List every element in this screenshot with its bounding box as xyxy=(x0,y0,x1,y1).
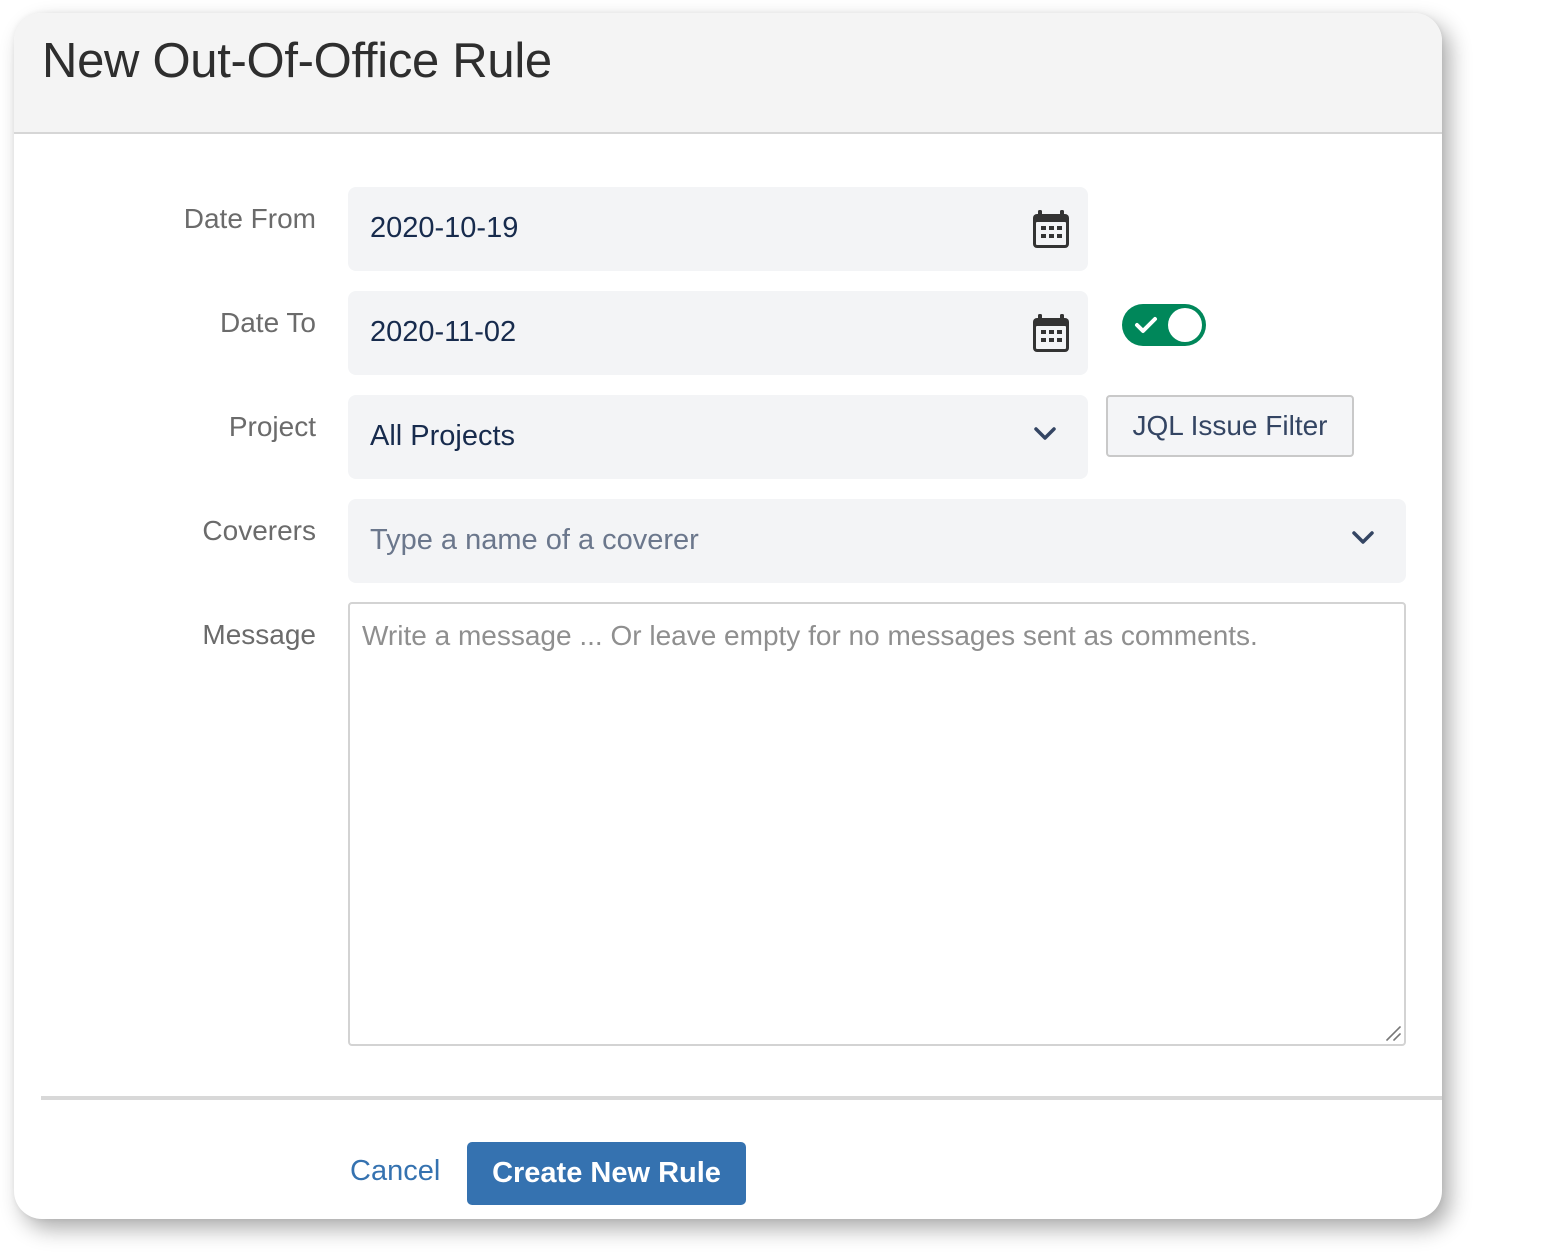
dialog-title: New Out-Of-Office Rule xyxy=(42,34,552,88)
date-from-input[interactable]: 2020-10-19 xyxy=(348,187,1088,271)
coverers-placeholder: Type a name of a coverer xyxy=(370,524,699,556)
project-select[interactable]: All Projects xyxy=(348,395,1088,479)
date-to-input[interactable]: 2020-11-02 xyxy=(348,291,1088,375)
date-from-label: Date From xyxy=(183,203,316,234)
create-new-rule-button[interactable]: Create New Rule xyxy=(467,1142,746,1205)
date-to-label: Date To xyxy=(220,307,316,338)
date-to-toggle[interactable] xyxy=(1122,304,1206,346)
date-to-value: 2020-11-02 xyxy=(370,316,517,348)
chevron-down-icon xyxy=(1034,427,1056,440)
coverers-select[interactable]: Type a name of a coverer xyxy=(348,499,1406,583)
message-textarea[interactable]: Write a message ... Or leave empty for n… xyxy=(348,602,1406,1046)
project-value: All Projects xyxy=(370,420,516,452)
footer-divider xyxy=(41,1096,1442,1100)
message-placeholder: Write a message ... Or leave empty for n… xyxy=(362,620,1258,651)
resize-handle-icon[interactable] xyxy=(1384,1024,1402,1042)
cancel-button[interactable]: Cancel xyxy=(350,1155,440,1188)
toggle-knob xyxy=(1168,308,1202,342)
jql-issue-filter-button[interactable]: JQL Issue Filter xyxy=(1106,395,1354,457)
calendar-icon[interactable] xyxy=(1032,313,1070,353)
project-label: Project xyxy=(228,411,316,442)
dialog-header: New Out-Of-Office Rule xyxy=(14,13,1442,134)
calendar-icon[interactable] xyxy=(1032,209,1070,249)
coverers-label: Coverers xyxy=(202,515,316,546)
check-icon xyxy=(1135,317,1157,333)
new-rule-dialog: New Out-Of-Office Rule Date From 2020-10… xyxy=(14,13,1442,1219)
date-from-value: 2020-10-19 xyxy=(370,212,519,244)
message-label: Message xyxy=(202,619,316,650)
chevron-down-icon xyxy=(1352,531,1374,544)
